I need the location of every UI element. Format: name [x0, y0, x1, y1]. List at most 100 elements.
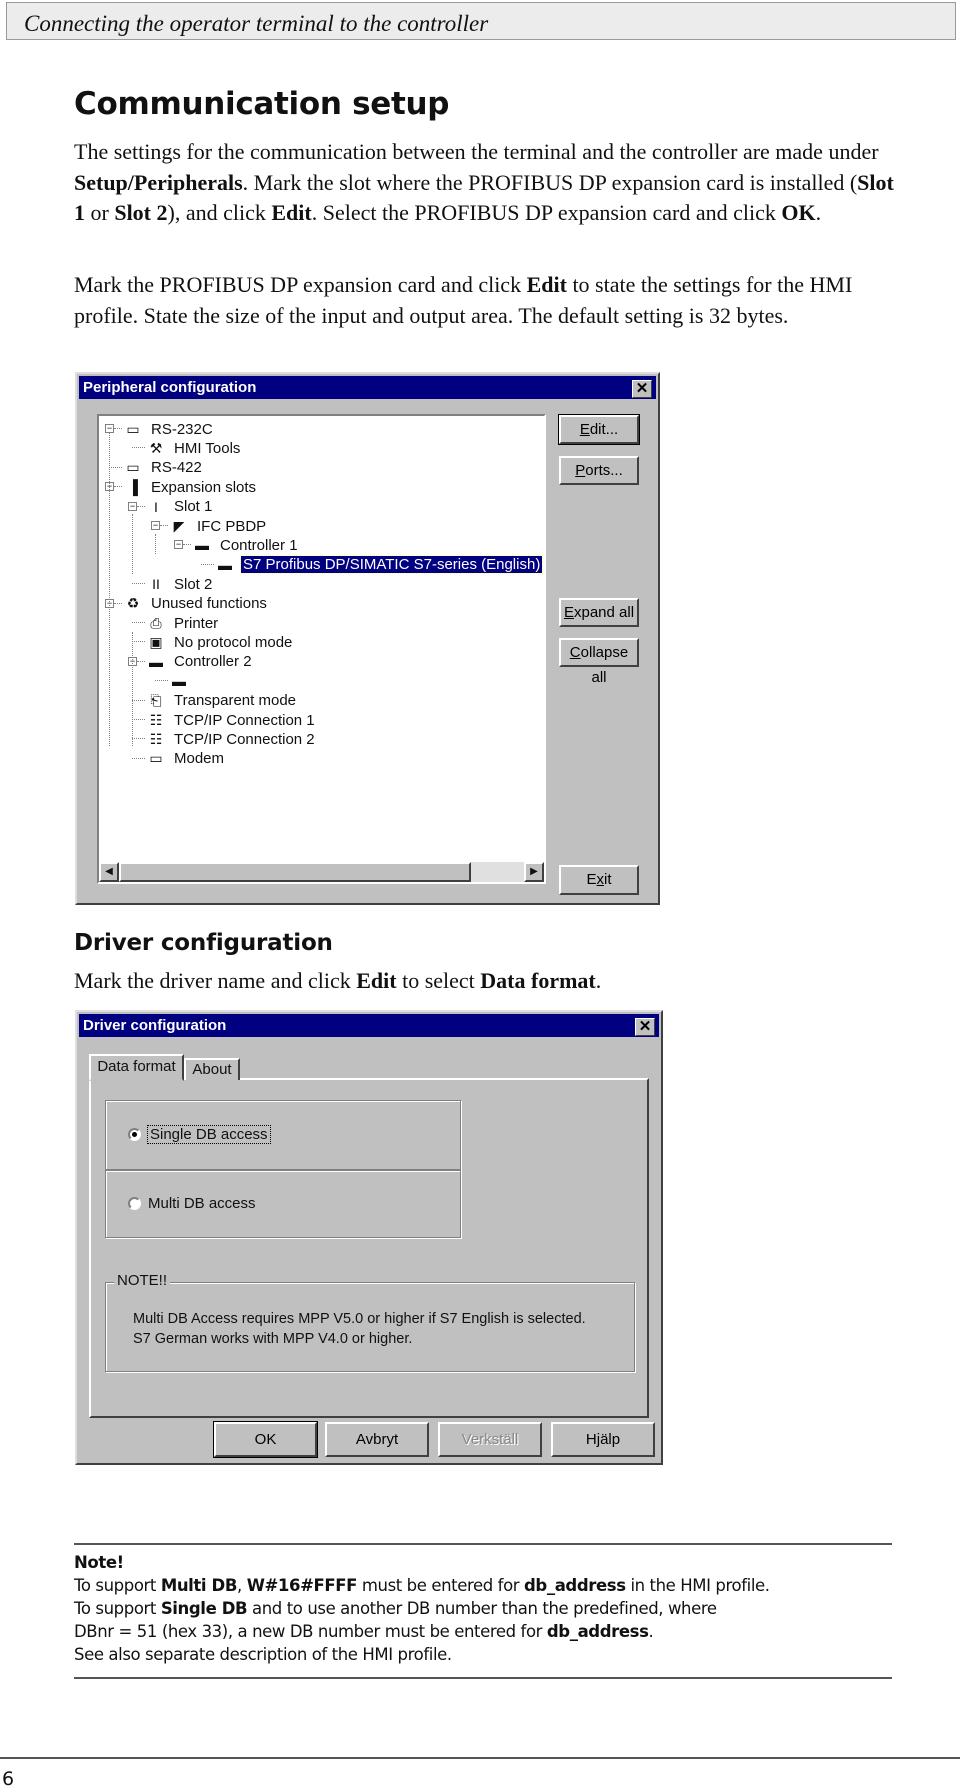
running-header: Connecting the operator terminal to the …: [6, 2, 956, 40]
tree-item-label: RS-232C: [151, 420, 213, 438]
tree-item-label: Unused functions: [151, 595, 267, 613]
network-icon: ☷: [149, 711, 163, 728]
tree-item-label: Transparent mode: [174, 692, 297, 710]
apply-button[interactable]: Verkställ: [438, 1422, 542, 1457]
radio-checked-icon: [128, 1128, 141, 1141]
note-line: To support Single DB and to use another …: [74, 1597, 770, 1620]
button-label: it: [604, 871, 612, 888]
button-label: ollapse all: [580, 644, 629, 686]
collapse-toggle-icon[interactable]: −: [174, 540, 183, 550]
transparent-mode-icon: ⎗: [150, 692, 162, 709]
close-icon: ✕: [635, 380, 649, 397]
tree-connector: [114, 486, 122, 488]
text-run: The settings for the communication betwe…: [74, 139, 879, 164]
text-run: . Select the PROFIBUS DP expan­sion card…: [311, 200, 782, 225]
expand-all-button[interactable]: Expand all: [559, 598, 639, 627]
tree-guide-line: [132, 632, 133, 746]
tree-item-label: Controller 1: [220, 536, 298, 554]
bold-term: Slot 2: [114, 200, 168, 225]
close-button[interactable]: ✕: [632, 380, 652, 398]
tree-connector: [132, 641, 145, 643]
tree-item[interactable]: ▬ S7 Profibus DP/SIMATIC S7-series (Engli…: [214, 554, 544, 576]
mnemonic: E: [579, 421, 590, 438]
tree-connector: [114, 428, 122, 429]
text-run: and to use another DB number than the pr…: [247, 1599, 717, 1618]
data-format-tab-panel: Single DB access Multi DB access NOTE!! …: [89, 1078, 649, 1418]
controller-driver-icon: ▬: [218, 556, 232, 573]
ok-button[interactable]: OK: [213, 1421, 318, 1458]
modem-icon: ▭: [149, 750, 163, 767]
help-button[interactable]: Hjälp: [551, 1422, 655, 1457]
printer-icon: ⎙: [150, 614, 162, 631]
button-label: Verkställ: [461, 1431, 519, 1448]
text-run: . Mark the slot where the PROFIBUS DP ex…: [242, 169, 858, 195]
expansion-slots-icon: ▐: [128, 479, 138, 496]
dialog-titlebar: Driver configuration ✕: [79, 1014, 659, 1037]
slot-1-icon: I: [154, 498, 158, 515]
network-icon: ☷: [149, 730, 163, 747]
note-title: Note!: [74, 1553, 124, 1572]
tree-connector: [155, 680, 168, 682]
tree-item[interactable]: ▭ Modem: [145, 748, 226, 770]
tree-item-label: Slot 2: [174, 575, 213, 593]
button-label: OK: [254, 1431, 277, 1448]
tree-item-label: RS-422: [151, 459, 202, 477]
note-line: To support Multi DB, W#16#FFFF must be e…: [74, 1574, 770, 1597]
footer-rule: [0, 1757, 960, 1759]
exit-button[interactable]: Exit: [559, 865, 639, 895]
tab-label: Data format: [97, 1058, 176, 1075]
tree-connector: [132, 738, 145, 740]
no-protocol-icon: ▣: [149, 633, 163, 650]
ports-button[interactable]: Ports...: [559, 456, 639, 485]
multi-db-access-radio[interactable]: Multi DB access: [128, 1195, 256, 1212]
radio-label: Multi DB access: [148, 1195, 256, 1212]
note-legend: NOTE!!: [114, 1272, 171, 1289]
scroll-left-button[interactable]: ◀: [99, 862, 119, 882]
close-icon: ✕: [638, 1018, 652, 1035]
tree-connector: [160, 525, 168, 526]
dialog-title: Peripheral configuration: [83, 379, 257, 396]
tree-item-label: Expansion slots: [151, 478, 257, 496]
serial-port-icon: ▭: [126, 420, 140, 437]
note-bottom-rule: [74, 1677, 892, 1679]
peripheral-tree[interactable]: ◀ ▶ − ▭ RS-232C ⚒ HMI Tools ▭ RS-422 − ▐ Expansio…: [97, 414, 546, 884]
controller-driver-icon: ▬: [172, 673, 186, 690]
tab-data-format[interactable]: Data format: [89, 1054, 184, 1081]
button-label: Avbryt: [355, 1431, 399, 1448]
cancel-button[interactable]: Avbryt: [325, 1422, 429, 1457]
tree-connector: [132, 583, 145, 585]
text-run: Mark the driver name and click: [74, 968, 357, 993]
note-top-rule: [74, 1543, 892, 1545]
tree-connector: [137, 505, 145, 507]
bold-term: Edit: [271, 200, 312, 225]
collapse-toggle-icon[interactable]: −: [128, 501, 137, 511]
tree-item-label: Controller 2: [174, 653, 252, 671]
scrollbar-thumb[interactable]: [119, 862, 471, 882]
arrow-right-icon: ▶: [530, 866, 538, 877]
radio-label: Single DB access: [147, 1125, 271, 1144]
edit-button[interactable]: Edit...: [558, 414, 640, 445]
button-label: Hjälp: [585, 1431, 621, 1448]
tree-item-label: Slot 1: [174, 498, 213, 516]
driver-configuration-dialog: Driver configuration ✕ Single DB access …: [75, 1010, 663, 1465]
scroll-right-button[interactable]: ▶: [524, 862, 544, 882]
text-run: To support: [74, 1576, 161, 1595]
tab-about[interactable]: About: [184, 1058, 240, 1080]
button-label: dit...: [589, 421, 619, 438]
mnemonic: C: [569, 644, 581, 661]
tree-item[interactable]: ▬ Controller 2: [145, 651, 254, 673]
tree-connector: [132, 699, 145, 701]
bold-term: OK: [781, 200, 816, 225]
tree-connector: [109, 466, 122, 468]
tree-item-label: No protocol mode: [174, 633, 293, 651]
collapse-all-button[interactable]: Collapse all: [559, 638, 639, 686]
bold-term: Edit: [356, 968, 397, 993]
close-button[interactable]: ✕: [635, 1018, 655, 1036]
button-label: E: [586, 871, 597, 888]
mnemonic: P: [575, 462, 586, 479]
section-title-driver-configuration: Driver configuration: [74, 930, 333, 956]
horizontal-scrollbar[interactable]: ◀ ▶: [99, 862, 544, 882]
single-db-access-radio[interactable]: Single DB access: [128, 1125, 271, 1144]
slot-2-icon: II: [152, 576, 160, 593]
collapse-toggle-icon[interactable]: −: [151, 521, 160, 530]
